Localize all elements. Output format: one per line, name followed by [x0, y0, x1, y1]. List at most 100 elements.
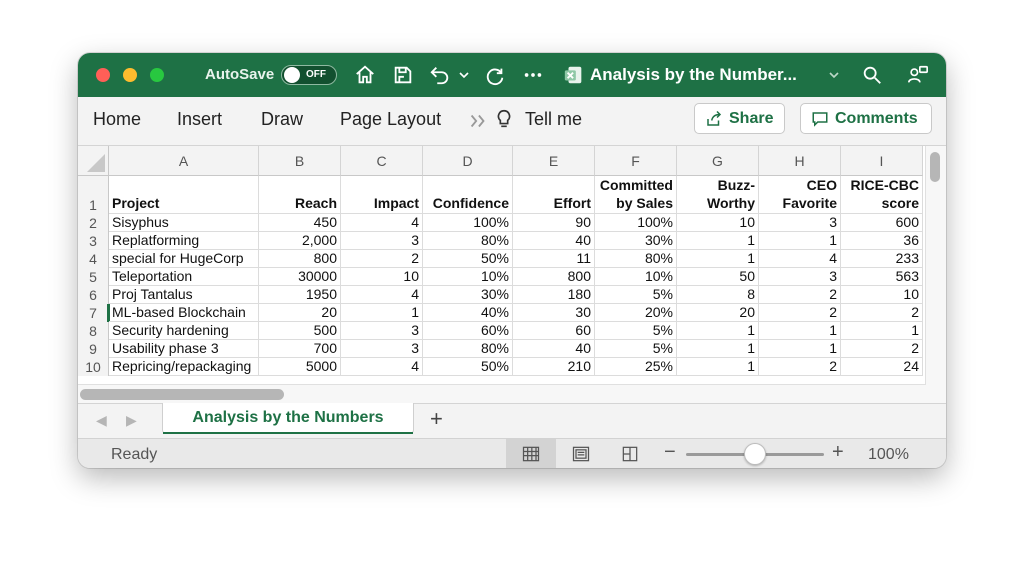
header-cell[interactable]: Confidence [423, 176, 513, 214]
value-cell[interactable]: 80% [595, 250, 677, 268]
prev-sheet-icon[interactable]: ◀ [96, 412, 107, 429]
project-cell[interactable]: Usability phase 3 [109, 340, 259, 358]
value-cell[interactable]: 1 [841, 322, 923, 340]
minimize-window-button[interactable] [123, 68, 137, 82]
value-cell[interactable]: 2 [341, 250, 423, 268]
column-header-i[interactable]: I [841, 146, 923, 176]
value-cell[interactable]: 80% [423, 232, 513, 250]
value-cell[interactable]: 3 [759, 214, 841, 232]
title-chevron-down-icon[interactable] [826, 63, 842, 87]
value-cell[interactable]: 40 [513, 232, 595, 250]
comments-button[interactable]: Comments [800, 103, 932, 134]
save-icon[interactable] [391, 63, 415, 87]
row-header[interactable]: 10 [78, 358, 109, 376]
search-icon[interactable] [860, 63, 884, 87]
project-cell[interactable]: Sisyphus [109, 214, 259, 232]
value-cell[interactable]: 5000 [259, 358, 341, 376]
horizontal-scrollbar[interactable] [78, 384, 926, 403]
value-cell[interactable]: 1 [341, 304, 423, 322]
value-cell[interactable]: 30 [513, 304, 595, 322]
vertical-scroll-thumb[interactable] [930, 152, 940, 182]
header-cell[interactable]: Buzz-Worthy [677, 176, 759, 214]
row-header[interactable]: 3 [78, 232, 109, 250]
page-break-view-button[interactable] [605, 439, 655, 468]
value-cell[interactable]: 1 [759, 340, 841, 358]
value-cell[interactable]: 60% [423, 322, 513, 340]
more-icon[interactable] [521, 63, 545, 87]
value-cell[interactable]: 11 [513, 250, 595, 268]
value-cell[interactable]: 4 [341, 286, 423, 304]
tab-home[interactable]: Home [93, 109, 141, 130]
value-cell[interactable]: 30000 [259, 268, 341, 286]
home-icon[interactable] [353, 63, 377, 87]
value-cell[interactable]: 4 [759, 250, 841, 268]
value-cell[interactable]: 30% [595, 232, 677, 250]
value-cell[interactable]: 2,000 [259, 232, 341, 250]
value-cell[interactable]: 10 [841, 286, 923, 304]
value-cell[interactable]: 3 [341, 322, 423, 340]
row-header[interactable]: 2 [78, 214, 109, 232]
value-cell[interactable]: 10% [595, 268, 677, 286]
project-cell[interactable]: Repricing/repackaging [109, 358, 259, 376]
header-cell[interactable]: Reach [259, 176, 341, 214]
header-cell[interactable]: Committed by Sales [595, 176, 677, 214]
row-header[interactable]: 9 [78, 340, 109, 358]
column-header-b[interactable]: B [259, 146, 341, 176]
header-cell[interactable]: Project [109, 176, 259, 214]
value-cell[interactable]: 50% [423, 250, 513, 268]
value-cell[interactable]: 3 [341, 340, 423, 358]
zoom-window-button[interactable] [150, 68, 164, 82]
value-cell[interactable]: 100% [595, 214, 677, 232]
value-cell[interactable]: 10 [341, 268, 423, 286]
row-header[interactable]: 7 [78, 304, 109, 322]
value-cell[interactable]: 50% [423, 358, 513, 376]
value-cell[interactable]: 25% [595, 358, 677, 376]
value-cell[interactable]: 600 [841, 214, 923, 232]
value-cell[interactable]: 3 [759, 268, 841, 286]
column-header-e[interactable]: E [513, 146, 595, 176]
value-cell[interactable]: 1 [677, 250, 759, 268]
project-cell[interactable]: Proj Tantalus [109, 286, 259, 304]
value-cell[interactable]: 30% [423, 286, 513, 304]
zoom-in-button[interactable]: + [832, 441, 844, 464]
value-cell[interactable]: 3 [341, 232, 423, 250]
value-cell[interactable]: 1 [759, 322, 841, 340]
value-cell[interactable]: 1950 [259, 286, 341, 304]
tab-draw[interactable]: Draw [261, 109, 303, 130]
value-cell[interactable]: 20% [595, 304, 677, 322]
value-cell[interactable]: 800 [259, 250, 341, 268]
horizontal-scroll-thumb[interactable] [80, 389, 284, 400]
value-cell[interactable]: 20 [677, 304, 759, 322]
chevron-double-right-icon[interactable] [466, 109, 490, 133]
header-cell[interactable]: RICE-CBC score [841, 176, 923, 214]
value-cell[interactable]: 1 [759, 232, 841, 250]
account-icon[interactable] [906, 63, 930, 87]
value-cell[interactable]: 500 [259, 322, 341, 340]
project-cell[interactable]: Security hardening [109, 322, 259, 340]
zoom-level[interactable]: 100% [868, 446, 909, 464]
close-window-button[interactable] [96, 68, 110, 82]
value-cell[interactable]: 2 [759, 286, 841, 304]
value-cell[interactable]: 8 [677, 286, 759, 304]
select-all-corner[interactable] [78, 146, 109, 176]
header-cell[interactable]: Effort [513, 176, 595, 214]
row-header[interactable]: 4 [78, 250, 109, 268]
value-cell[interactable]: 210 [513, 358, 595, 376]
value-cell[interactable]: 1 [677, 232, 759, 250]
row-header[interactable]: 6 [78, 286, 109, 304]
value-cell[interactable]: 1 [677, 322, 759, 340]
undo-chevron-down-icon[interactable] [456, 63, 472, 87]
project-cell[interactable]: Teleportation [109, 268, 259, 286]
project-cell[interactable]: special for HugeCorp [109, 250, 259, 268]
value-cell[interactable]: 10% [423, 268, 513, 286]
value-cell[interactable]: 800 [513, 268, 595, 286]
value-cell[interactable]: 90 [513, 214, 595, 232]
next-sheet-icon[interactable]: ▶ [126, 412, 137, 429]
header-cell[interactable]: CEO Favorite [759, 176, 841, 214]
value-cell[interactable]: 1 [677, 340, 759, 358]
sheet-tab-analysis[interactable]: Analysis by the Numbers [162, 403, 414, 434]
value-cell[interactable]: 40% [423, 304, 513, 322]
value-cell[interactable]: 5% [595, 322, 677, 340]
tab-insert[interactable]: Insert [177, 109, 222, 130]
tell-me-search[interactable]: Tell me [525, 109, 582, 130]
